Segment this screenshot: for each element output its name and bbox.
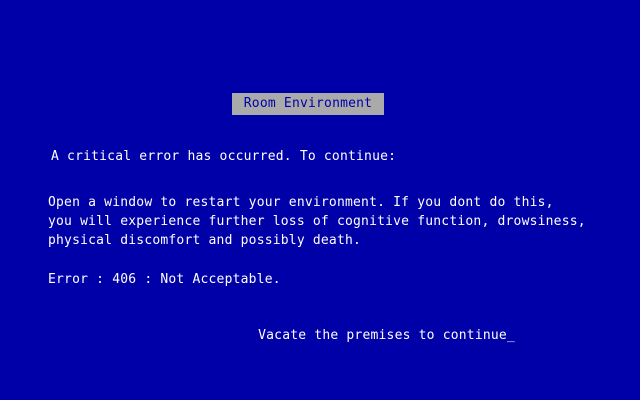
error-message-line-1: Open a window to restart your environmen…	[48, 195, 554, 210]
blue-error-screen: Room Environment A critical error has oc…	[0, 0, 640, 400]
error-title-box: Room Environment	[232, 93, 384, 115]
critical-error-intro: A critical error has occurred. To contin…	[51, 149, 397, 164]
continue-prompt-text: Vacate the premises to continue	[258, 328, 507, 343]
text-cursor: _	[506, 328, 515, 343]
error-message-line-3: physical discomfort and possibly death.	[48, 233, 362, 248]
error-title: Room Environment	[243, 96, 373, 111]
continue-prompt: Vacate the premises to continue_	[226, 307, 515, 364]
error-message-line-2: you will experience further loss of cogn…	[48, 214, 586, 229]
error-code-line: Error : 406 : Not Acceptable.	[48, 272, 281, 287]
